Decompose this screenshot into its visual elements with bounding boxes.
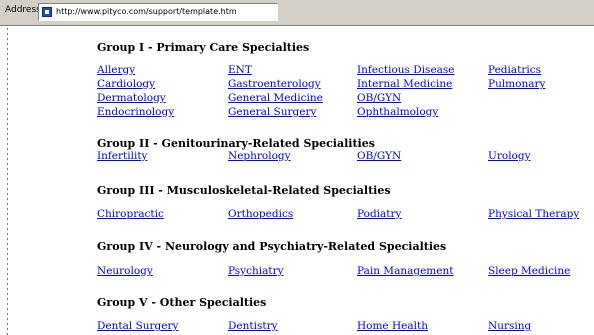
link-nursing[interactable]: Nursing [488,320,531,332]
link-general-medicine[interactable]: General Medicine [228,92,323,104]
address-url[interactable]: http://www.pityco.com/support/template.h… [56,7,237,16]
link-gastroenterology[interactable]: Gastroenterology [228,78,321,90]
main-content: Group I - Primary Care Specialties Aller… [0,26,594,335]
link-pulmonary[interactable]: Pulmonary [488,78,545,90]
link-ophthalmology[interactable]: Ophthalmology [357,106,438,118]
link-infertility[interactable]: Infertility [97,150,147,162]
link-dentistry[interactable]: Dentistry [228,320,278,332]
link-chiropractic[interactable]: Chiropractic [97,208,164,220]
group-4-title: Group IV - Neurology and Psychiatry-Rela… [97,240,447,253]
link-home-health[interactable]: Home Health [357,320,428,332]
link-cardiology[interactable]: Cardiology [97,78,155,90]
address-input[interactable]: http://www.pityco.com/support/template.h… [38,3,278,21]
link-dental-surgery[interactable]: Dental Surgery [97,320,178,332]
link-obgyn-2[interactable]: OB/GYN [357,150,401,162]
link-physical-therapy[interactable]: Physical Therapy [488,208,579,220]
group-5-title: Group V - Other Specialties [97,296,267,309]
link-allergy[interactable]: Allergy [97,64,135,76]
link-obgyn[interactable]: OB/GYN [357,92,401,104]
link-pediatrics[interactable]: Pediatrics [488,64,541,76]
link-podiatry[interactable]: Podiatry [357,208,401,220]
link-pain-management[interactable]: Pain Management [357,265,453,277]
group-3-title: Group III - Musculoskeletal-Related Spec… [97,184,391,197]
page-icon [42,7,52,17]
group-2-title: Group II - Genitourinary-Related Special… [97,137,375,150]
link-sleep-medicine[interactable]: Sleep Medicine [488,265,570,277]
link-dermatology[interactable]: Dermatology [97,92,166,104]
link-urology[interactable]: Urology [488,150,531,162]
address-label: Address [5,5,41,15]
link-neurology[interactable]: Neurology [97,265,153,277]
link-general-surgery[interactable]: General Surgery [228,106,316,118]
link-psychiatry[interactable]: Psychiatry [228,265,284,277]
link-ent[interactable]: ENT [228,64,252,76]
link-orthopedics[interactable]: Orthopedics [228,208,293,220]
link-infectious-disease[interactable]: Infectious Disease [357,64,455,76]
group-1-title: Group I - Primary Care Specialties [97,41,310,54]
address-bar: Address http://www.pityco.com/support/te… [0,0,594,26]
link-nephrology[interactable]: Nephrology [228,150,291,162]
link-internal-medicine[interactable]: Internal Medicine [357,78,452,90]
link-endocrinology[interactable]: Endocrinology [97,106,174,118]
